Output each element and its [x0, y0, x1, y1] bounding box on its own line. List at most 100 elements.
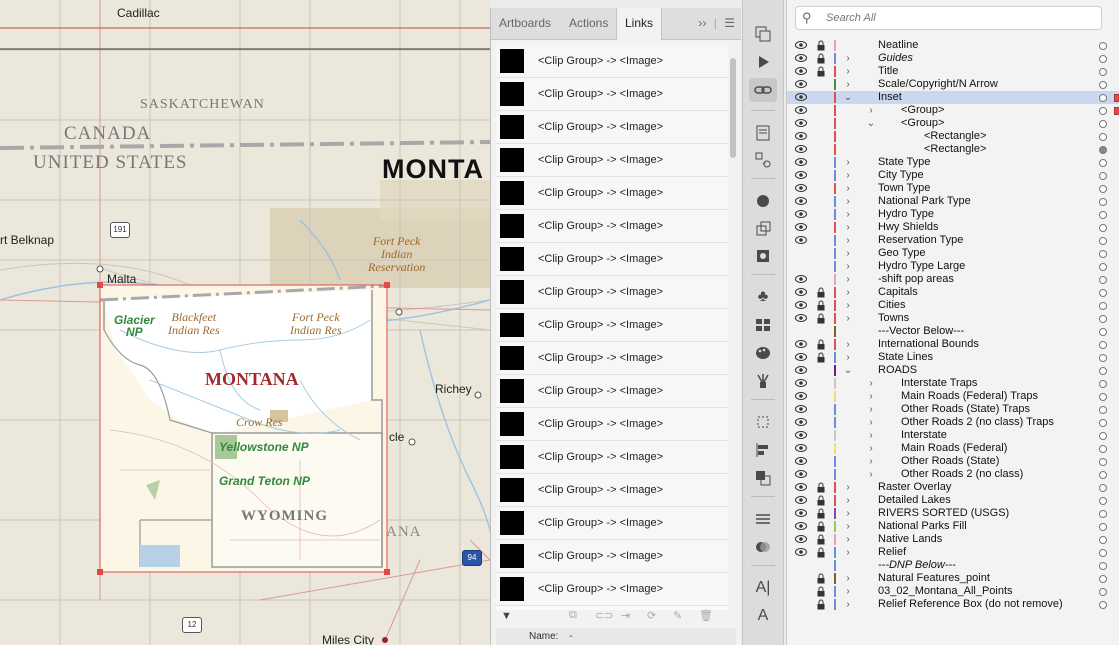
target-circle-icon[interactable]: [1099, 328, 1107, 336]
visibility-eye-icon[interactable]: [795, 119, 807, 127]
layer-row[interactable]: › National Parks Fill: [787, 520, 1119, 533]
expand-chevron-icon[interactable]: ›: [843, 221, 853, 234]
expand-chevron-icon[interactable]: ›: [843, 507, 853, 520]
visibility-eye-icon[interactable]: [795, 80, 807, 88]
expand-chevron-icon[interactable]: ›: [866, 468, 876, 481]
symbols-club-icon[interactable]: ♣: [749, 285, 777, 309]
visibility-eye-icon[interactable]: [795, 171, 807, 179]
target-circle-icon[interactable]: [1099, 302, 1107, 310]
lock-icon[interactable]: [817, 40, 825, 51]
visibility-eye-icon[interactable]: [795, 210, 807, 218]
layer-row[interactable]: › Hwy Shields: [787, 221, 1119, 234]
visibility-eye-icon[interactable]: [795, 535, 807, 543]
lock-icon[interactable]: [817, 573, 825, 584]
lock-icon[interactable]: [817, 508, 825, 519]
layer-row[interactable]: › RIVERS SORTED (USGS): [787, 507, 1119, 520]
visibility-eye-icon[interactable]: [795, 405, 807, 413]
visibility-eye-icon[interactable]: [795, 158, 807, 166]
expand-chevron-icon[interactable]: ›: [843, 286, 853, 299]
visibility-eye-icon[interactable]: [795, 457, 807, 465]
layer-row[interactable]: › Relief: [787, 546, 1119, 559]
layer-row[interactable]: › Natural Features_point: [787, 572, 1119, 585]
visibility-eye-icon[interactable]: [795, 145, 807, 153]
tab-links[interactable]: Links: [616, 8, 663, 40]
layers-search[interactable]: ⚲: [795, 6, 1102, 30]
expand-chevron-icon[interactable]: ›: [843, 208, 853, 221]
lock-icon[interactable]: [817, 482, 825, 493]
layer-row[interactable]: › Town Type: [787, 182, 1119, 195]
link-row[interactable]: <Clip Group> -> <Image>: [496, 309, 728, 342]
layer-row[interactable]: Neatline: [787, 39, 1119, 52]
expand-chevron-icon[interactable]: ›: [866, 442, 876, 455]
expand-chevron-icon[interactable]: ›: [843, 182, 853, 195]
collapse-chevron-icon[interactable]: ⌄: [843, 364, 853, 377]
delete-icon[interactable]: 🗑: [699, 609, 713, 622]
target-circle-icon[interactable]: [1099, 120, 1107, 128]
visibility-eye-icon[interactable]: [795, 223, 807, 231]
layer-row[interactable]: ---DNP Below---: [787, 559, 1119, 572]
layer-row[interactable]: › Other Roads 2 (no class) Traps: [787, 416, 1119, 429]
map-canvas[interactable]: Cadillac SASKATCHEWAN CANADA UNITED STAT…: [0, 0, 490, 645]
visibility-eye-icon[interactable]: [795, 522, 807, 530]
layer-row[interactable]: › Main Roads (Federal): [787, 442, 1119, 455]
layer-row[interactable]: › -shift pop areas: [787, 273, 1119, 286]
target-circle-icon[interactable]: [1099, 276, 1107, 284]
expand-chevron-icon[interactable]: ›: [843, 338, 853, 351]
expand-chevron-icon[interactable]: ›: [843, 156, 853, 169]
visibility-eye-icon[interactable]: [795, 548, 807, 556]
layer-row[interactable]: › Capitals: [787, 286, 1119, 299]
pathfinder-icon[interactable]: [749, 466, 777, 490]
target-circle-icon[interactable]: [1099, 159, 1107, 167]
relink-icon[interactable]: ⊂⊃: [595, 609, 613, 622]
layer-row[interactable]: › Geo Type: [787, 247, 1119, 260]
visibility-eye-icon[interactable]: [795, 106, 807, 114]
visibility-eye-icon[interactable]: [795, 54, 807, 62]
target-circle-icon[interactable]: [1099, 523, 1107, 531]
color-palette-icon[interactable]: [749, 341, 777, 365]
layer-row[interactable]: › <Group>: [787, 104, 1119, 117]
expand-chevron-icon[interactable]: ›: [843, 234, 853, 247]
visibility-eye-icon[interactable]: [795, 366, 807, 374]
lock-icon[interactable]: [817, 352, 825, 363]
target-circle-icon[interactable]: [1099, 198, 1107, 206]
visibility-eye-icon[interactable]: [795, 509, 807, 517]
layer-row[interactable]: ⌄ ROADS: [787, 364, 1119, 377]
target-circle-icon[interactable]: [1099, 81, 1107, 89]
expand-chevron-icon[interactable]: ›: [843, 585, 853, 598]
lock-icon[interactable]: [817, 534, 825, 545]
visibility-eye-icon[interactable]: [795, 431, 807, 439]
layer-row[interactable]: › Other Roads (State): [787, 455, 1119, 468]
lock-icon[interactable]: [817, 599, 825, 610]
link-row[interactable]: <Clip Group> -> <Image>: [496, 375, 728, 408]
expand-chevron-icon[interactable]: ›: [843, 260, 853, 273]
expand-chevron-icon[interactable]: ›: [843, 169, 853, 182]
document-info-icon[interactable]: [749, 121, 777, 145]
transform-icon[interactable]: [749, 217, 777, 241]
link-row[interactable]: <Clip Group> -> <Image>: [496, 144, 728, 177]
expand-chevron-icon[interactable]: ›: [843, 351, 853, 364]
target-circle-icon[interactable]: [1099, 588, 1107, 596]
lock-icon[interactable]: [817, 287, 825, 298]
align-icon[interactable]: [749, 438, 777, 462]
link-row[interactable]: <Clip Group> -> <Image>: [496, 573, 728, 606]
collapse-chevron-icon[interactable]: ⌄: [843, 91, 853, 104]
stroke-icon[interactable]: [749, 507, 777, 531]
layer-row[interactable]: › Interstate: [787, 429, 1119, 442]
expand-chevron-icon[interactable]: ›: [843, 598, 853, 611]
layer-row[interactable]: › 03_02_Montana_All_Points: [787, 585, 1119, 598]
visibility-eye-icon[interactable]: [795, 340, 807, 348]
visibility-eye-icon[interactable]: [795, 483, 807, 491]
expand-chevron-icon[interactable]: ›: [843, 78, 853, 91]
collapse-chevron-icon[interactable]: ⌄: [866, 117, 876, 130]
target-circle-icon[interactable]: [1099, 172, 1107, 180]
layer-row[interactable]: › Relief Reference Box (do not remove): [787, 598, 1119, 611]
target-circle-icon[interactable]: [1099, 250, 1107, 258]
link-row[interactable]: <Clip Group> -> <Image>: [496, 210, 728, 243]
graphic-styles-icon[interactable]: [749, 244, 777, 268]
target-circle-icon[interactable]: [1099, 458, 1107, 466]
visibility-eye-icon[interactable]: [795, 470, 807, 478]
layer-row[interactable]: ⌄ <Group>: [787, 117, 1119, 130]
expand-chevron-icon[interactable]: ›: [866, 403, 876, 416]
scrollbar-thumb[interactable]: [730, 58, 736, 158]
layer-row[interactable]: <Rectangle>: [787, 130, 1119, 143]
